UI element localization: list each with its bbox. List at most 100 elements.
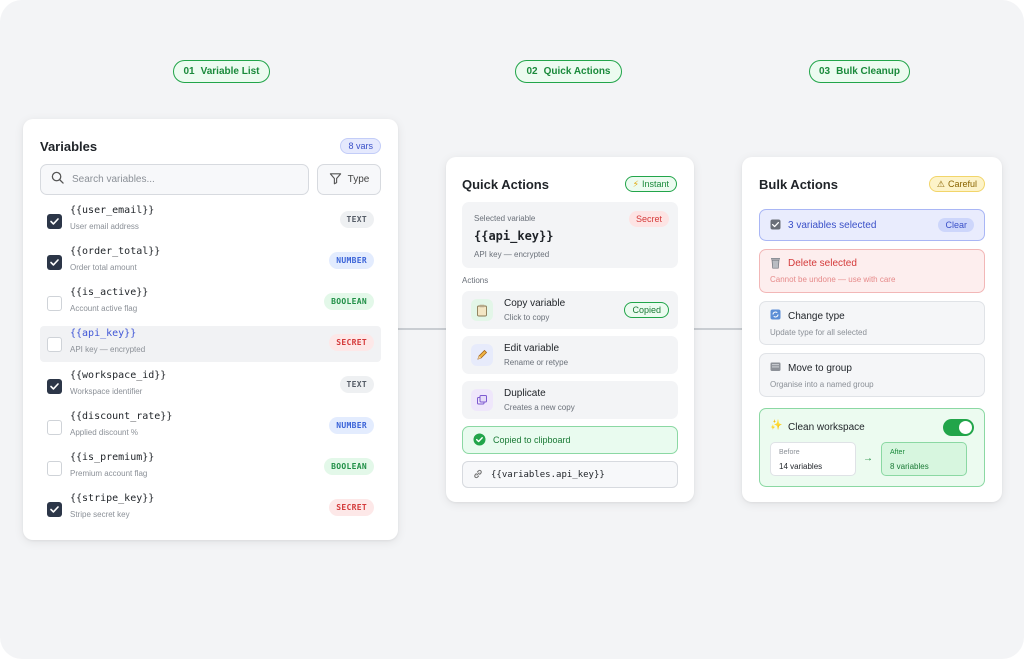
checkbox-unchecked[interactable]	[47, 420, 62, 435]
action-label: Copy variable	[504, 298, 566, 309]
checkbox-unchecked[interactable]	[47, 461, 62, 476]
before-label: Before	[779, 449, 800, 456]
variable-description: Workspace identifier	[70, 387, 143, 396]
clean-workspace-toggle[interactable]	[943, 419, 974, 436]
step-number: 02	[526, 66, 538, 77]
type-tag: SECRET	[329, 334, 374, 351]
action-desc: Click to copy	[504, 313, 550, 322]
variable-name: {{order_total}}	[70, 246, 161, 257]
variable-name: {{user_email}}	[70, 205, 155, 216]
step-label: Variable List	[200, 66, 260, 77]
lightning-icon: ⚡	[632, 178, 639, 189]
pencil-icon	[471, 344, 493, 366]
filter-icon	[329, 172, 342, 188]
type-tag: BOOLEAN	[324, 458, 374, 475]
variable-row-highlighted[interactable]: {{api_key}} API key — encrypted SECRET	[40, 326, 381, 362]
type-tag: TEXT	[339, 211, 374, 228]
selected-variable-name: {{api_key}}	[474, 229, 554, 243]
actions-section-label: Actions	[462, 276, 489, 285]
variable-row[interactable]: {{discount_rate}} Applied discount % NUM…	[40, 409, 381, 445]
change-type-desc: Update type for all selected	[770, 328, 867, 337]
step-label: Bulk Cleanup	[836, 66, 901, 77]
delete-selected-option[interactable]: Delete selected Cannot be undone — use w…	[759, 249, 985, 293]
sparkle-icon: ✨	[770, 420, 783, 431]
copy-variable-action[interactable]: Copy variable Click to copy Copied	[462, 291, 678, 329]
check-circle-icon	[473, 433, 486, 448]
step-pill-bulk-cleanup: 03 Bulk Cleanup	[809, 60, 910, 83]
checkbox-checked[interactable]	[47, 214, 62, 229]
variable-description: Order total amount	[70, 263, 137, 272]
step-pill-quick-actions: 02 Quick Actions	[515, 60, 622, 83]
variable-description: Stripe secret key	[70, 510, 130, 519]
move-desc: Organise into a named group	[770, 380, 874, 389]
checkbox-unchecked[interactable]	[47, 337, 62, 352]
instant-badge: ⚡ Instant	[624, 176, 677, 192]
move-label: Move to group	[788, 363, 852, 374]
after-box: After 8 variables	[881, 442, 967, 476]
type-tag: TEXT	[339, 376, 374, 393]
variable-row[interactable]: {{order_total}} Order total amount NUMBE…	[40, 244, 381, 280]
type-tag: NUMBER	[329, 252, 374, 269]
variable-row[interactable]: {{workspace_id}} Workspace identifier TE…	[40, 368, 381, 404]
variable-description: Applied discount %	[70, 428, 139, 437]
search-placeholder: Search variables...	[72, 174, 155, 185]
clear-selection-button[interactable]: Clear	[938, 218, 974, 232]
card-title: Variables	[40, 139, 98, 154]
copied-toast: Copied to clipboard	[462, 426, 678, 454]
action-label: Edit variable	[504, 343, 560, 354]
checkbox-unchecked[interactable]	[47, 296, 62, 311]
arrow-right-icon: →	[863, 453, 873, 464]
trash-icon	[770, 257, 781, 272]
change-type-option[interactable]: Change type Update type for all selected	[759, 301, 985, 345]
type-tag: SECRET	[329, 499, 374, 516]
step-number: 03	[818, 66, 831, 77]
checkbox-checked[interactable]	[47, 502, 62, 517]
selection-bar: 3 variables selected Clear	[759, 209, 985, 241]
checkbox-checked[interactable]	[47, 255, 62, 270]
variable-reference: {{variables.api_key}}	[491, 469, 605, 480]
type-filter-button[interactable]: Type	[317, 164, 381, 195]
checkbox-icon	[770, 219, 781, 233]
action-label: Duplicate	[504, 388, 546, 399]
variable-row[interactable]: {{user_email}} User email address TEXT	[40, 203, 381, 239]
edit-variable-action[interactable]: Edit variable Rename or retype	[462, 336, 678, 374]
delete-label: Delete selected	[788, 258, 857, 269]
checkbox-checked[interactable]	[47, 379, 62, 394]
folder-icon	[770, 361, 781, 375]
clipboard-icon	[471, 299, 493, 321]
change-type-label: Change type	[788, 311, 845, 322]
variable-description: User email address	[70, 222, 139, 231]
selected-variable-box: Selected variable Secret {{api_key}} API…	[462, 202, 678, 268]
refresh-icon	[770, 309, 781, 323]
after-label: After	[890, 449, 905, 456]
action-desc: Rename or retype	[504, 358, 569, 367]
variable-reference-field[interactable]: {{variables.api_key}}	[462, 461, 678, 488]
search-icon	[51, 171, 64, 189]
card-title: Bulk Actions	[759, 177, 838, 192]
delete-desc: Cannot be undone — use with care	[770, 275, 896, 284]
variable-row[interactable]: {{stripe_key}} Stripe secret key SECRET	[40, 491, 381, 527]
step-pill-variable-list: 01 Variable List	[173, 60, 270, 83]
duplicate-action[interactable]: Duplicate Creates a new copy	[462, 381, 678, 419]
variable-name: {{is_active}}	[70, 287, 149, 298]
selection-count: 3 variables selected	[788, 220, 877, 231]
variable-row[interactable]: {{is_premium}} Premium account flag BOOL…	[40, 450, 381, 486]
step-number: 01	[183, 66, 195, 77]
careful-badge: ⚠ Careful	[928, 176, 985, 192]
move-to-group-option[interactable]: Move to group Organise into a named grou…	[759, 353, 985, 397]
selected-label: Selected variable	[474, 214, 536, 223]
warning-icon: ⚠	[936, 178, 945, 189]
variables-card: Variables 8 vars Search variables... Typ…	[23, 119, 398, 540]
canvas: 01 Variable List 02 Quick Actions 03 Bul…	[0, 0, 1024, 659]
type-tag: BOOLEAN	[324, 293, 374, 310]
variable-description: Account active flag	[70, 304, 138, 313]
careful-label: Careful	[947, 179, 977, 189]
duplicate-icon	[471, 389, 493, 411]
connector-line	[694, 328, 742, 330]
variable-name: {{stripe_key}}	[70, 493, 155, 504]
search-input[interactable]: Search variables...	[40, 164, 309, 195]
before-value: 14 variables	[779, 462, 823, 471]
selected-variable-desc: API key — encrypted	[474, 250, 550, 259]
variable-row[interactable]: {{is_active}} Account active flag BOOLEA…	[40, 285, 381, 321]
copied-status-badge: Copied	[624, 302, 669, 318]
